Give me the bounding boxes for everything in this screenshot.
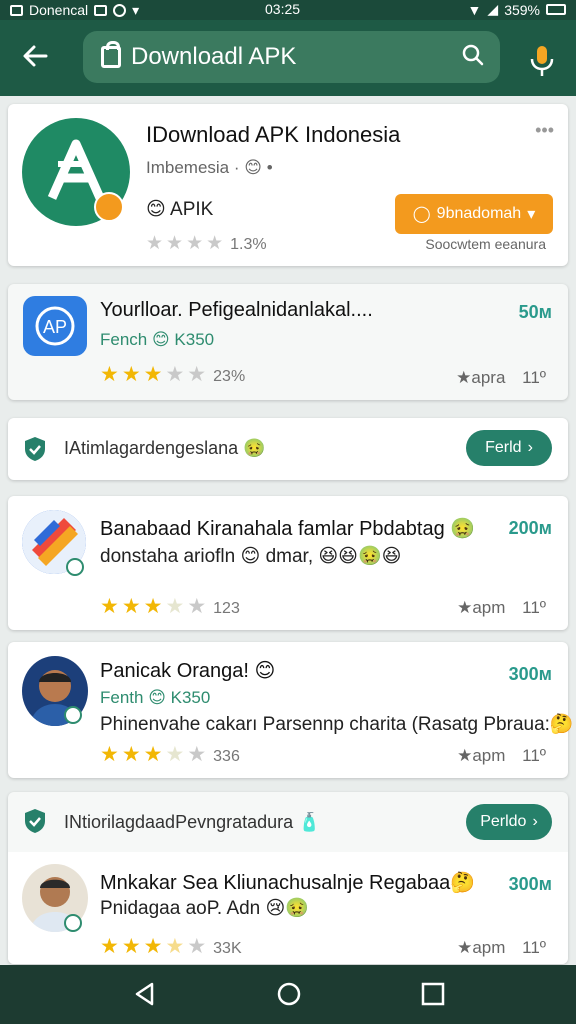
- meta-age: 11º: [522, 938, 546, 957]
- app-bar: Downloadl APK: [0, 20, 576, 96]
- shield-status-icon: ▾: [132, 1, 140, 18]
- featured-rating: ★★★★ 1.3%: [146, 233, 267, 254]
- banner-button[interactable]: Perldo ›: [466, 804, 552, 840]
- search-icon[interactable]: [462, 44, 484, 66]
- verified-badge-icon: [64, 914, 82, 932]
- featured-title: IDownload APK Indonesia: [146, 122, 401, 147]
- featured-rating-count: 1.3%: [230, 236, 267, 253]
- verified-badge-icon: [94, 192, 124, 222]
- list-item[interactable]: Banabaad Kiranahala famlar Pbdabtag 🤢 do…: [8, 496, 568, 630]
- app-title: Yourlloar. Pefigealnidanlakal....: [100, 299, 373, 321]
- status-left-text: Donencal: [29, 2, 89, 18]
- sync-icon: [113, 3, 127, 17]
- list-item[interactable]: Panicak Oranga! 😊 Fenth 😊 K350 Phinenvah…: [8, 642, 574, 778]
- banner-button[interactable]: Ferld ›: [466, 430, 552, 466]
- nav-home-icon[interactable]: [276, 981, 302, 1007]
- meta-downloads: ★apm: [457, 598, 506, 617]
- search-bar[interactable]: Downloadl APK: [83, 31, 500, 83]
- app-description: Phinenvahe cakarı Parsennp charita (Rasa…: [100, 714, 574, 735]
- banner-text: IAtimlagardengeslana 🤢: [64, 438, 266, 458]
- svg-text:AP: AP: [43, 317, 67, 337]
- app-subtitle: Fenth 😊 K350: [100, 688, 211, 707]
- shopping-bag-icon: [101, 41, 121, 68]
- meta-downloads: ★apra: [456, 368, 506, 387]
- featured-app-card[interactable]: IDownload APK Indonesia Imbemesia · 😊 • …: [8, 104, 568, 266]
- rating-count: 23%: [213, 368, 246, 385]
- app-subtitle: Pnidagaa aoP. Adn 😢🤢: [100, 898, 309, 919]
- meta-downloads: ★apm: [457, 746, 506, 765]
- nav-recents-icon[interactable]: [420, 981, 446, 1007]
- app-description: donstaha ariofln 😊 dmar, 😆😆🤢😆: [100, 546, 402, 567]
- search-input[interactable]: Downloadl APK: [131, 43, 296, 71]
- clock: 03:25: [265, 1, 301, 17]
- app-icon: AP: [23, 296, 87, 356]
- app-meta: ★apm 11º: [445, 598, 546, 618]
- banner-text: INtiorilagdaadPevngratadura 🧴: [64, 812, 321, 832]
- battery-percent: 359%: [504, 1, 540, 18]
- star-rating: ★★★★★ 23%: [100, 363, 246, 386]
- promo-banner: IAtimlagardengeslana 🤢 Ferld ›: [8, 418, 568, 480]
- chevron-right-icon: ›: [532, 813, 538, 830]
- shield-icon: [25, 809, 45, 833]
- chevron-down-icon: ▾: [527, 206, 536, 223]
- app-meta: ★apm 11º: [445, 746, 546, 766]
- app-size: 300м: [508, 664, 552, 684]
- meta-age: 11º: [522, 368, 546, 387]
- system-nav-bar: [0, 965, 576, 1024]
- notification-icon: [10, 4, 23, 16]
- star-rating: ★★★★★ 123: [100, 595, 240, 618]
- signal-icon: ◢: [487, 1, 499, 17]
- back-arrow-icon[interactable]: [18, 38, 54, 74]
- nav-back-icon[interactable]: [132, 981, 158, 1007]
- meta-age: 11º: [522, 598, 546, 617]
- verified-badge-icon: [64, 706, 82, 724]
- featured-subtitle: Imbemesia · 😊 •: [146, 158, 273, 177]
- featured-download-button[interactable]: ◯ 9bnadomah ▾: [395, 194, 553, 234]
- list-item[interactable]: Mnkakar Sea Kliunachusalnje Regabaa🤔 Pni…: [8, 852, 568, 964]
- rating-count: 33K: [213, 940, 242, 957]
- featured-caption: Soocwtem eeanura: [425, 236, 546, 252]
- chevron-right-icon: ›: [527, 439, 533, 456]
- app-meta: ★apra 11º: [444, 368, 546, 388]
- rating-count: 336: [213, 748, 240, 765]
- app-meta: ★apm 11º: [445, 938, 546, 958]
- star-rating: ★★★★★ 336: [100, 743, 240, 766]
- app-title: Banabaad Kiranahala famlar Pbdabtag 🤢: [100, 518, 476, 540]
- status-bar: Donencal ▾ 03:25 ▼ ◢ 359%: [0, 0, 576, 20]
- meta-downloads: ★apm: [457, 938, 506, 957]
- download-icon: ◯: [412, 206, 431, 223]
- rating-count: 123: [213, 600, 240, 617]
- app-size: 50м: [518, 302, 552, 322]
- app-title: Panicak Oranga! 😊: [100, 660, 276, 682]
- promo-section: INtiorilagdaadPevngratadura 🧴 Perldo › M…: [8, 792, 568, 964]
- wifi-icon: ▼: [467, 1, 482, 18]
- shield-icon: [25, 437, 45, 461]
- meta-age: 11º: [522, 746, 546, 765]
- star-rating: ★★★★★ 33K: [100, 935, 242, 958]
- list-item[interactable]: AP Yourlloar. Pefigealnidanlakal.... Fen…: [8, 284, 568, 400]
- battery-icon: [546, 4, 566, 15]
- gallery-icon: [94, 4, 108, 16]
- featured-tag: 😊 APIK: [146, 199, 214, 220]
- more-options-icon[interactable]: •••: [535, 120, 554, 141]
- verified-badge-icon: [66, 558, 84, 576]
- app-size: 300м: [508, 874, 552, 894]
- microphone-icon[interactable]: [528, 44, 556, 78]
- featured-button-label: 9bnadomah: [436, 205, 522, 222]
- banner-button-label: Perldo: [480, 813, 527, 830]
- app-title: Mnkakar Sea Kliunachusalnje Regabaa🤔: [100, 872, 476, 894]
- banner-button-label: Ferld: [485, 439, 522, 456]
- app-size: 200м: [508, 518, 552, 538]
- app-subtitle: Fench 😊 K350: [100, 330, 215, 349]
